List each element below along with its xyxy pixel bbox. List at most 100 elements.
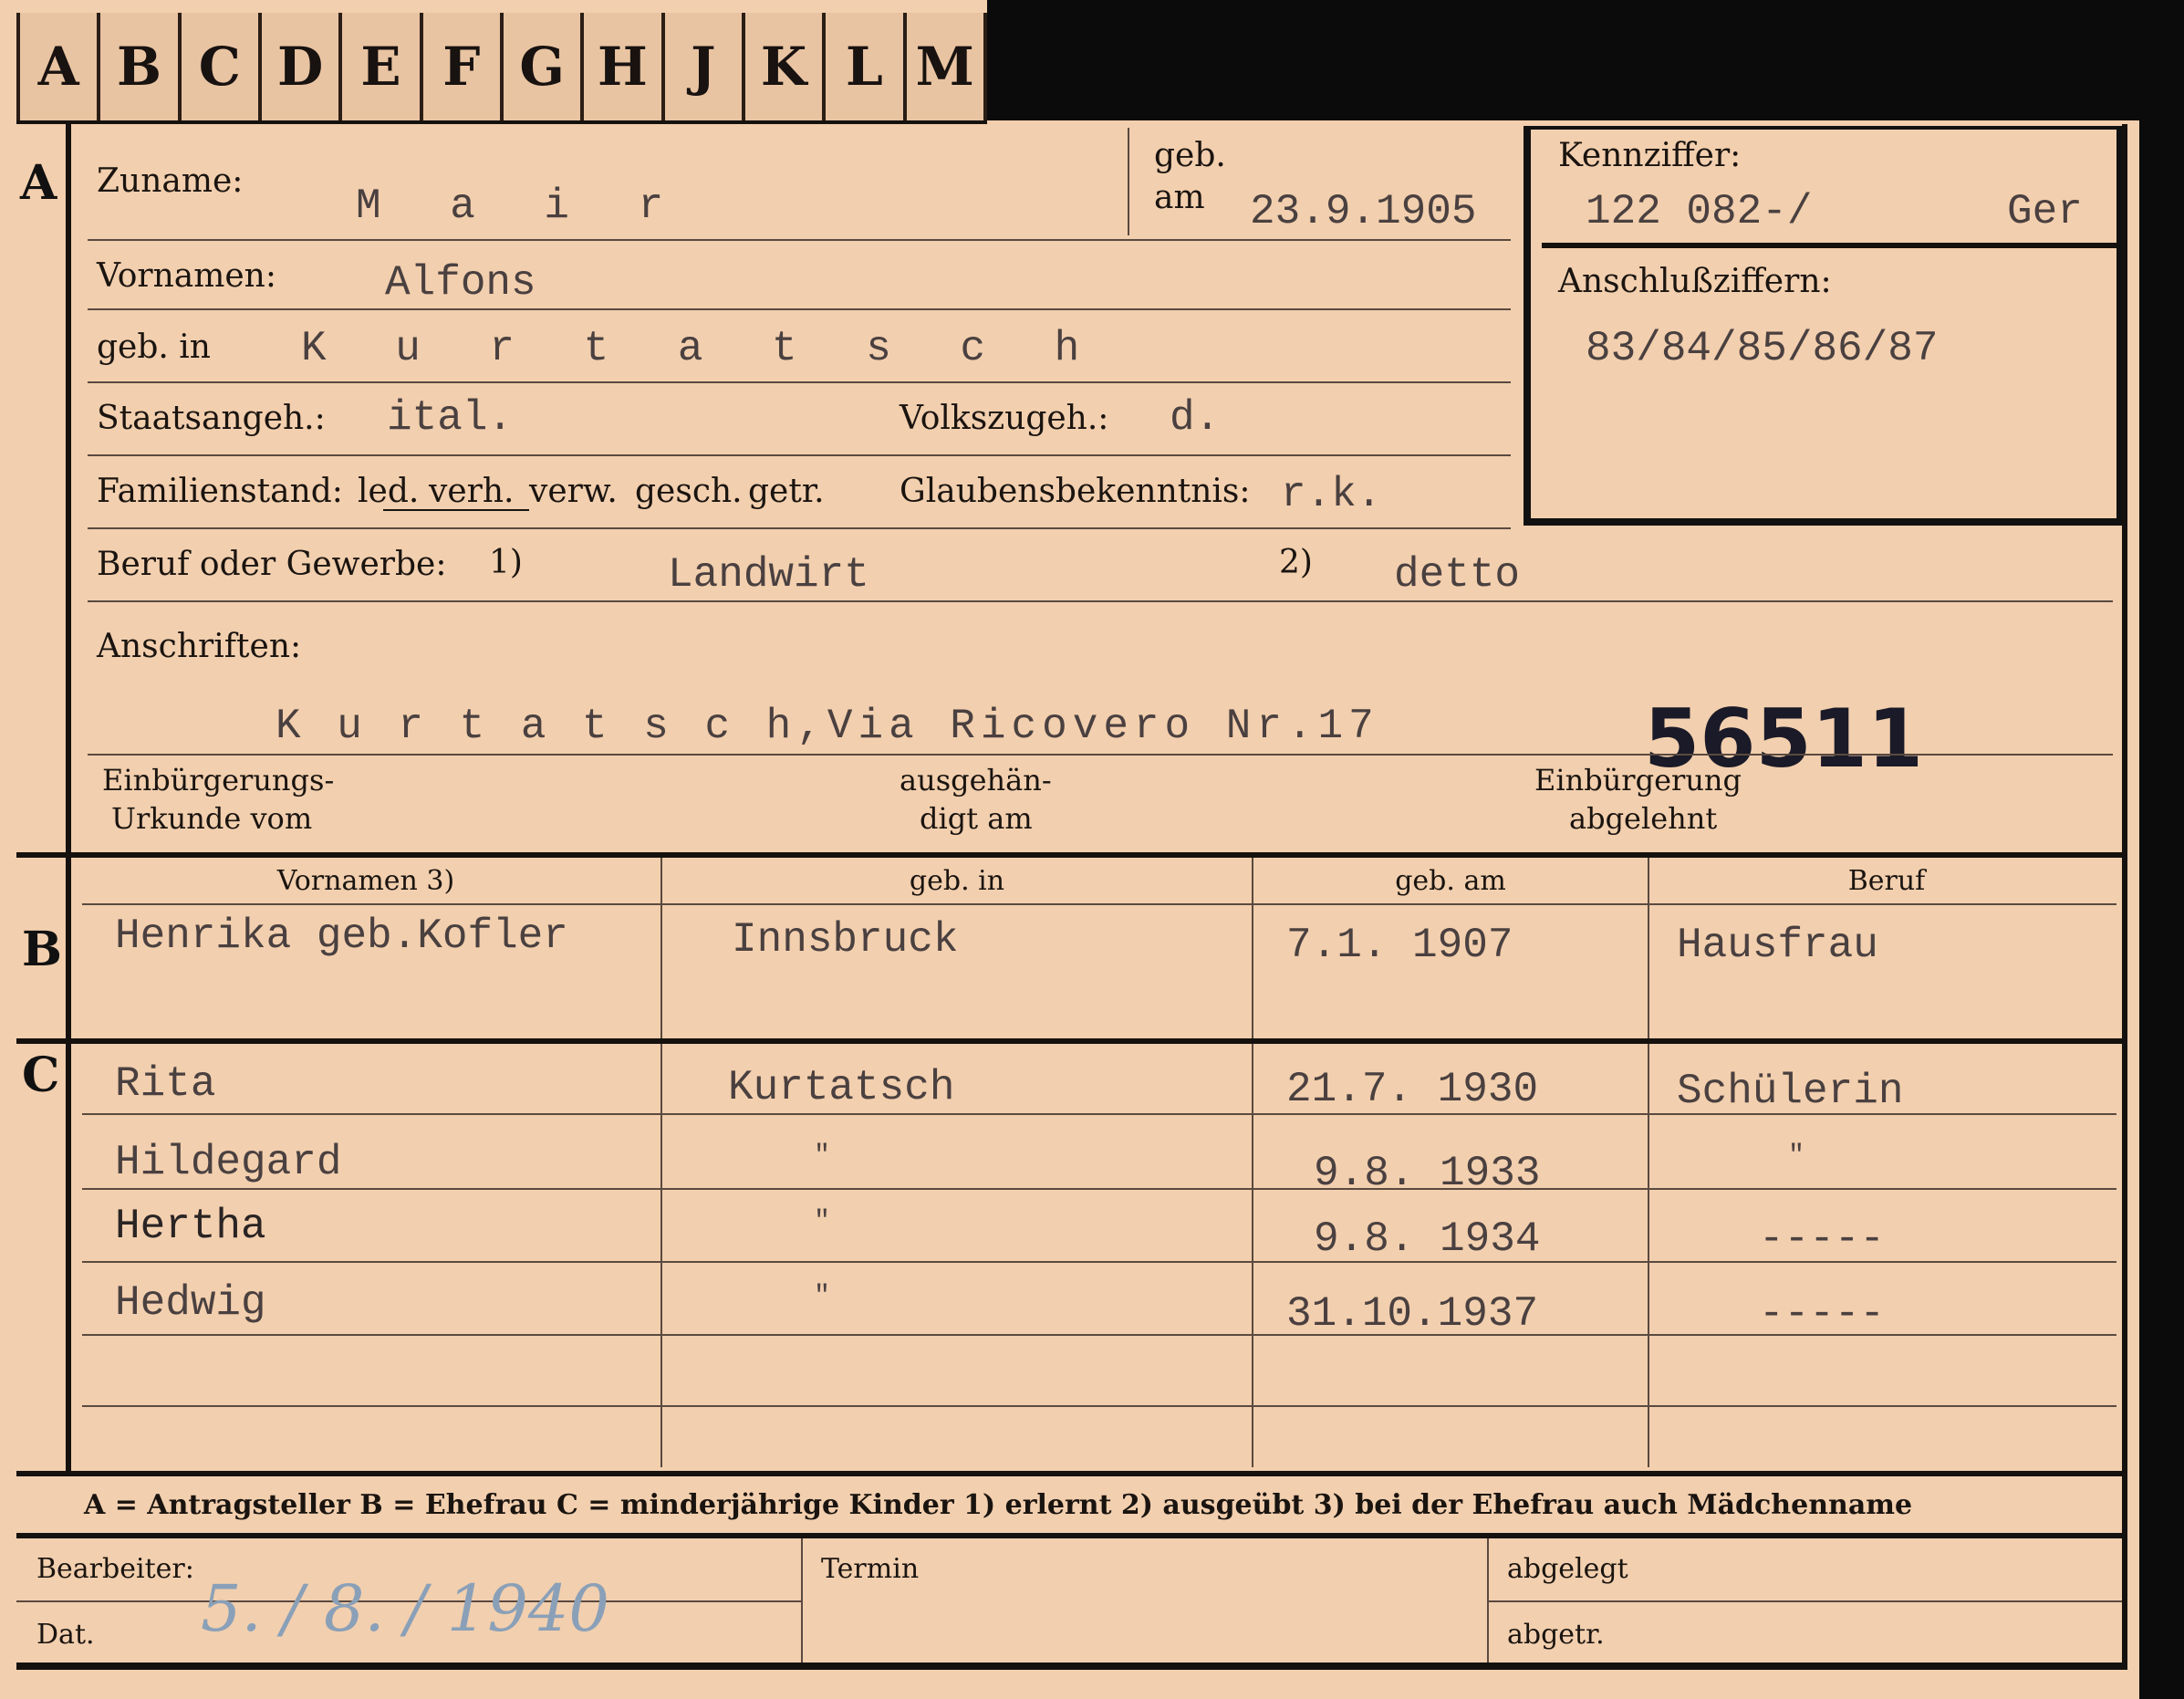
row-line-1: [82, 1113, 2116, 1115]
code-label: Kennziffer:: [1558, 137, 1742, 174]
tab-c[interactable]: C: [181, 13, 262, 120]
citizenship-value: ital.: [387, 394, 514, 442]
address-label: Anschriften:: [97, 628, 302, 665]
row-line-5: [82, 1405, 2116, 1407]
first-names-value: Alfons: [385, 259, 536, 307]
occupation-mark-2: 2): [1279, 544, 1313, 581]
child-occupation: Schülerin: [1677, 1068, 1904, 1115]
header-occupation: Beruf: [1847, 865, 1926, 897]
religion-value: r.k.: [1281, 471, 1382, 518]
child-birthplace: ": [814, 1281, 831, 1312]
col-divider-2: [1252, 858, 1253, 1467]
born-on-label-2: am: [1154, 179, 1205, 216]
card-right-border: [2122, 124, 2127, 1670]
marital-option-separated: getr.: [748, 473, 825, 510]
header-born-on: geb. am: [1395, 865, 1506, 897]
tab-d[interactable]: D: [261, 13, 343, 120]
section-a-bottom: [16, 852, 2124, 858]
header-birthplace: geb. in: [909, 865, 1005, 897]
registration-card: A B C D E F G H J K L M A B C Zuname: M …: [0, 0, 2184, 1699]
rejected-label-2: abgelehnt: [1569, 801, 1718, 836]
child-born: 9.8. 1934: [1314, 1215, 1541, 1263]
wife-birthplace: Innsbruck: [732, 916, 959, 964]
line-3: [88, 381, 1511, 383]
tab-l[interactable]: L: [826, 13, 907, 120]
done-label: abgetr.: [1507, 1619, 1605, 1651]
filed-label: abgelegt: [1507, 1553, 1628, 1585]
row-line-3: [82, 1261, 2116, 1263]
tab-m[interactable]: M: [906, 13, 987, 120]
first-names-label: Vornamen:: [97, 257, 276, 295]
section-rule: [66, 124, 71, 1475]
line-2: [88, 308, 1511, 310]
birthplace-value: K u r t a t s c h: [301, 325, 1102, 372]
section-mark-a: A: [20, 155, 57, 211]
tab-k[interactable]: K: [744, 13, 827, 120]
tab-bottom-line: [16, 120, 987, 124]
section-mark-b: B: [22, 922, 62, 977]
footer-divider-1: [801, 1538, 803, 1663]
child-occupation: -----: [1759, 1290, 1886, 1338]
ethnicity-label: Volkszugeh.:: [900, 400, 1109, 437]
handed-label-1: ausgehän-: [900, 763, 1052, 797]
child-name: Hertha: [115, 1203, 266, 1250]
citizenship-label: Staatsangeh.:: [97, 400, 326, 437]
marital-label: Familienstand:: [97, 473, 343, 510]
header-line: [82, 903, 2116, 905]
card-bottom-border: [16, 1663, 2124, 1670]
child-birthplace: ": [814, 1206, 831, 1237]
wife-occupation: Hausfrau: [1677, 922, 1878, 969]
line-1: [88, 239, 1511, 241]
occupation-learned: Landwirt: [668, 551, 869, 599]
child-born: 31.10.1937: [1286, 1290, 1539, 1338]
child-name: Hildegard: [115, 1139, 342, 1186]
child-occupation: -----: [1759, 1215, 1886, 1263]
wife-name: Henrika geb.Kofler: [115, 912, 568, 960]
date-label: Dat.: [36, 1619, 95, 1651]
tab-g[interactable]: G: [503, 13, 585, 120]
religion-label: Glaubensbekenntnis:: [900, 473, 1251, 510]
code-value: 122 082-/: [1586, 188, 1813, 235]
child-birthplace: ": [814, 1141, 831, 1172]
tab-e[interactable]: E: [342, 13, 423, 120]
index-tabs: A B C D E F G H J K L M: [16, 13, 987, 120]
code-suffix: Ger: [2007, 188, 2083, 235]
tab-f[interactable]: F: [422, 13, 504, 120]
row-line-2: [82, 1188, 2116, 1190]
header-first-names: Vornamen 3): [276, 865, 455, 897]
ethnicity-value: d.: [1170, 394, 1221, 442]
marital-option-married: verh.: [429, 473, 515, 510]
tab-b[interactable]: B: [100, 13, 182, 120]
table-bottom: [16, 1471, 2124, 1476]
legend: A = Antragsteller B = Ehefrau C = minder…: [84, 1489, 1913, 1521]
top-dark-area: [987, 0, 2184, 120]
col-divider-1: [660, 858, 662, 1467]
line-5: [88, 527, 1511, 529]
born-on-label-1: geb.: [1154, 137, 1226, 174]
birthplace-label: geb. in: [97, 328, 211, 366]
tab-h[interactable]: H: [584, 13, 665, 120]
row-line-4: [82, 1334, 2116, 1336]
surname-label: Zuname:: [97, 162, 244, 200]
section-b-bottom: [16, 1038, 2124, 1044]
naturalization-label-2: Urkunde vom: [111, 801, 313, 836]
marital-option-widowed: verw.: [529, 473, 618, 510]
marital-option-divorced: gesch.: [635, 473, 743, 510]
address-value: K u r t a t s c h,Via Ricovero Nr.17: [276, 703, 1379, 750]
tab-j[interactable]: J: [664, 13, 745, 120]
born-on-value: 23.9.1905: [1250, 188, 1477, 235]
clerk-label: Bearbeiter:: [36, 1553, 194, 1585]
line-7: [88, 754, 2113, 756]
col-divider-3: [1648, 858, 1649, 1467]
naturalization-label-1: Einbürgerungs-: [102, 763, 335, 797]
surname-value: M a i r: [356, 182, 686, 230]
child-name: Rita: [115, 1060, 216, 1108]
line-6: [88, 600, 2113, 602]
deadline-label: Termin: [821, 1553, 920, 1585]
tab-a[interactable]: A: [16, 13, 101, 120]
child-born: 9.8. 1933: [1314, 1150, 1541, 1197]
occupation-label: Beruf oder Gewerbe:: [97, 546, 447, 583]
child-occupation: ": [1788, 1141, 1805, 1172]
reference-divider: [1542, 243, 2116, 248]
marital-option-single: led.: [358, 473, 420, 510]
